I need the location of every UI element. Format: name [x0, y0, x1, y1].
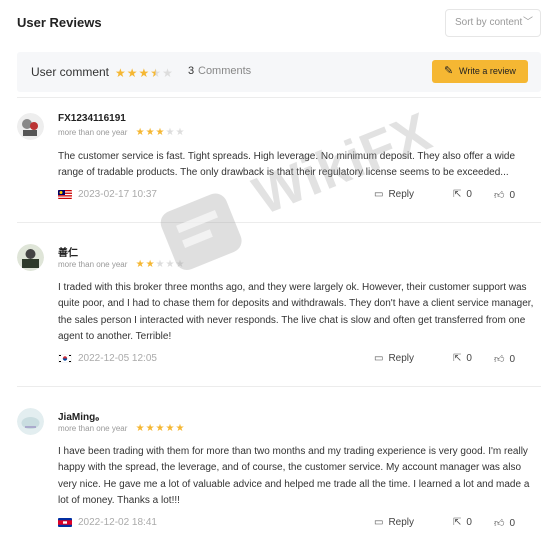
- review-meta: more than one year ★★★★★: [58, 128, 185, 138]
- review-text: I traded with this broker three months a…: [58, 282, 534, 342]
- share-icon: ⇱: [453, 189, 462, 200]
- star-icon: ★: [115, 66, 126, 80]
- thumbs-up-icon: 👍︎: [494, 190, 505, 201]
- reviewer-name: JiaMing。: [58, 412, 106, 423]
- review-rating-stars: ★★★★★: [135, 423, 185, 434]
- reply-button[interactable]: ▭ Reply: [374, 517, 414, 528]
- divider: [17, 97, 541, 98]
- share-count: 0: [466, 353, 472, 364]
- review-rating-stars: ★★★★★: [135, 259, 185, 270]
- pencil-icon: ✎: [444, 65, 454, 77]
- thumbs-up-icon: 👍︎: [494, 354, 505, 365]
- divider: [17, 386, 541, 387]
- reviewer-name: 善仁: [58, 248, 78, 259]
- thumbs-up-icon: 👍︎: [494, 518, 505, 529]
- comment-count-label: Comments: [198, 65, 252, 77]
- avatar: [17, 113, 44, 140]
- reply-label: Reply: [388, 517, 415, 528]
- review-date: 2023-02-17 10:37: [78, 189, 157, 200]
- review-date: 2022-12-05 12:05: [78, 353, 157, 364]
- write-review-label: Write a review: [459, 66, 516, 76]
- like-count: 0: [509, 190, 516, 201]
- review-rating-stars: ★★★★★: [135, 127, 185, 138]
- chevron-down-icon: ﹀: [523, 17, 533, 28]
- reply-label: Reply: [388, 189, 415, 200]
- reviewer-tenure: more than one year: [58, 260, 128, 269]
- comment-icon: ▭: [374, 189, 384, 200]
- write-review-button[interactable]: ✎ Write a review: [432, 60, 528, 83]
- section-title: User Reviews: [17, 15, 102, 30]
- south-korea-flag-icon: [58, 354, 72, 363]
- review-date: 2022-12-02 18:41: [78, 517, 157, 528]
- malaysia-flag-icon: [58, 190, 72, 199]
- reviewer-name: FX1234116191: [58, 113, 126, 124]
- share-icon: ⇱: [453, 353, 462, 364]
- divider: [17, 222, 541, 223]
- comment-count: 3: [188, 65, 195, 77]
- review-text: The customer service is fast. Tight spre…: [58, 151, 516, 179]
- rating-summary: User comment ★★★★★ 3 Comments ✎ Write a …: [17, 52, 541, 92]
- reviews-header: User Reviews Sort by content ﹀: [17, 0, 541, 45]
- avatar: [17, 408, 44, 435]
- review-footer: 2022-12-05 12:05 ▭ Reply ⇱ 0 👍︎ 0: [58, 352, 541, 366]
- reply-button[interactable]: ▭ Reply: [374, 353, 414, 364]
- avatar: [17, 244, 44, 271]
- review-text: I have been trading with them for more t…: [58, 446, 530, 506]
- like-count: 0: [509, 354, 516, 365]
- half-star-icon: ★: [150, 66, 162, 80]
- sort-label: Sort by content: [455, 17, 523, 28]
- share-icon: ⇱: [453, 517, 462, 528]
- comment-icon: ▭: [374, 353, 384, 364]
- star-icon: ★: [138, 66, 150, 80]
- reviewer-tenure: more than one year: [58, 424, 128, 433]
- review-footer: 2022-12-02 18:41 ▭ Reply ⇱ 0 👍︎ 0: [58, 516, 541, 530]
- empty-star-icon: ★: [162, 66, 173, 80]
- share-count: 0: [466, 189, 472, 200]
- like-count: 0: [509, 518, 516, 529]
- cambodia-flag-icon: [58, 518, 72, 527]
- share-button[interactable]: ⇱ 0: [453, 353, 472, 364]
- like-button[interactable]: 👍︎ 0: [494, 189, 515, 201]
- reply-label: Reply: [388, 353, 415, 364]
- review-footer: 2023-02-17 10:37 ▭ Reply ⇱ 0 👍︎ 0: [58, 188, 541, 202]
- comment-icon: ▭: [374, 517, 384, 528]
- share-button[interactable]: ⇱ 0: [453, 189, 472, 200]
- star-icon: ★: [126, 66, 138, 80]
- summary-label: User comment: [31, 65, 110, 79]
- share-count: 0: [466, 517, 472, 528]
- summary-rating-stars: ★★★★★: [115, 64, 174, 82]
- reply-button[interactable]: ▭ Reply: [374, 189, 414, 200]
- share-button[interactable]: ⇱ 0: [453, 517, 472, 528]
- sort-dropdown[interactable]: Sort by content ﹀: [445, 9, 541, 37]
- review-meta: more than one year ★★★★★: [58, 260, 185, 270]
- like-button[interactable]: 👍︎ 0: [494, 353, 515, 365]
- reviewer-tenure: more than one year: [58, 128, 128, 137]
- like-button[interactable]: 👍︎ 0: [494, 517, 515, 529]
- review-meta: more than one year ★★★★★: [58, 424, 185, 434]
